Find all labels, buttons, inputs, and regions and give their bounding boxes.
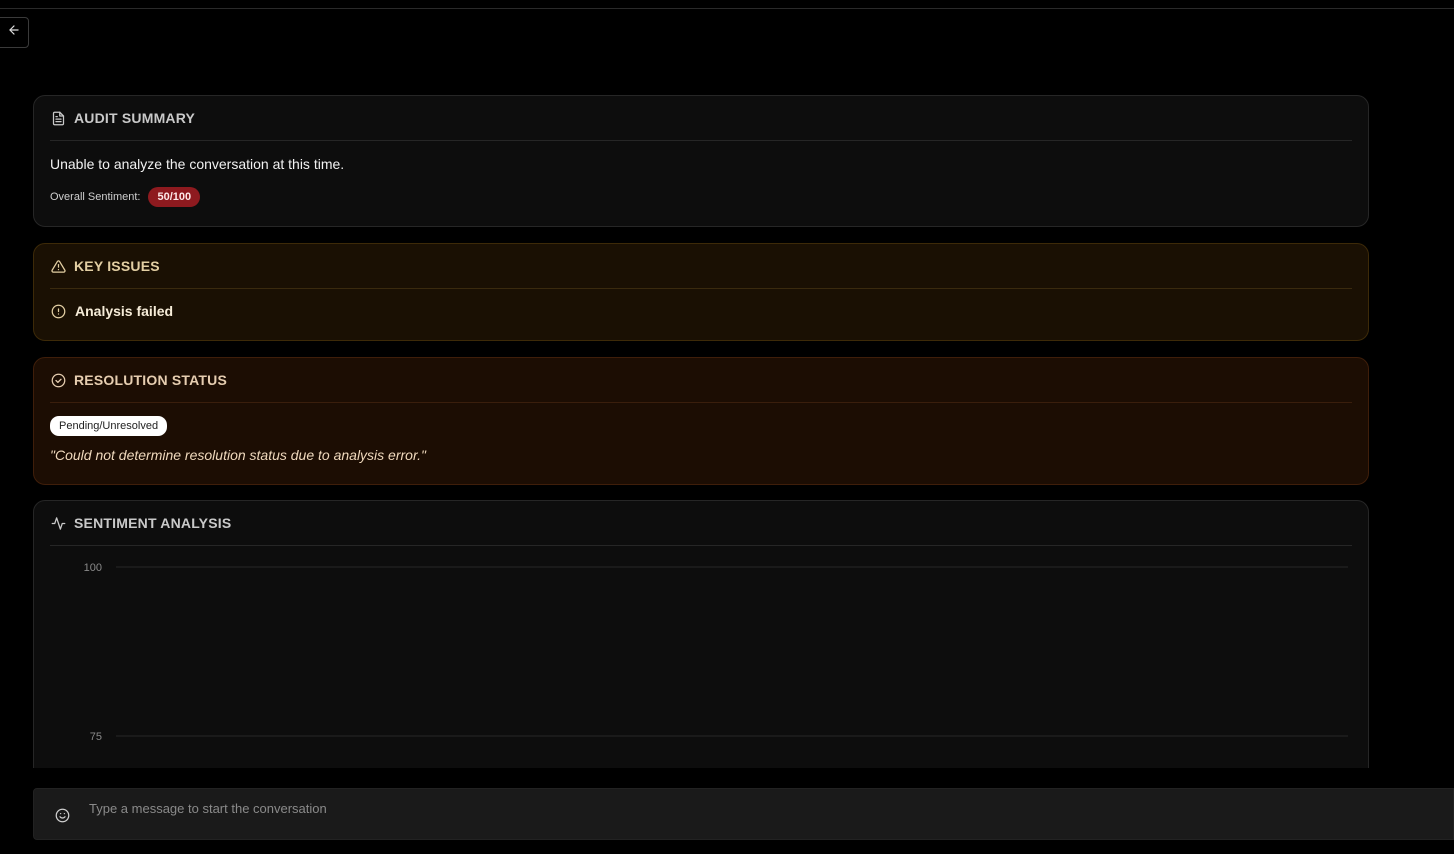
overall-sentiment-row: Overall Sentiment: 50/100 (50, 187, 1352, 207)
sentiment-chart: 100 75 (34, 547, 1368, 768)
report-scroll-area[interactable]: AUDIT SUMMARY Unable to analyze the conv… (33, 95, 1369, 768)
y-tick-label: 100 (84, 562, 102, 574)
issue-item-label: Analysis failed (75, 303, 174, 319)
audit-summary-text: Unable to analyze the conversation at th… (50, 156, 345, 172)
resolution-status-header: RESOLUTION STATUS (50, 358, 1352, 403)
resolution-status-card: RESOLUTION STATUS Pending/Unresolved "Co… (33, 357, 1369, 485)
audit-summary-header: AUDIT SUMMARY (50, 96, 1352, 141)
audit-summary-title: AUDIT SUMMARY (74, 110, 196, 126)
smile-icon[interactable] (53, 806, 71, 824)
document-icon (50, 110, 66, 126)
resolution-status-note: "Could not determine resolution status d… (50, 447, 426, 463)
audit-summary-card: AUDIT SUMMARY Unable to analyze the conv… (33, 95, 1369, 227)
activity-icon (50, 515, 66, 531)
message-composer (33, 788, 1454, 840)
sentiment-analysis-card: SENTIMENT ANALYSIS 100 75 (33, 500, 1369, 768)
check-circle-icon (50, 372, 66, 388)
resolution-status-title: RESOLUTION STATUS (74, 372, 227, 388)
message-input[interactable] (89, 797, 1389, 819)
key-issues-header: KEY ISSUES (50, 244, 1352, 289)
overall-sentiment-label: Overall Sentiment: (50, 191, 141, 203)
arrow-left-icon (7, 23, 21, 42)
alert-circle-icon (50, 303, 66, 319)
alert-triangle-icon (50, 258, 66, 274)
top-divider (0, 8, 1454, 9)
y-tick-label: 75 (90, 731, 102, 743)
key-issues-card: KEY ISSUES Analysis failed (33, 243, 1369, 341)
sentiment-chart-svg: 100 75 (84, 562, 1348, 743)
issue-item: Analysis failed (50, 303, 1352, 319)
sentiment-analysis-header: SENTIMENT ANALYSIS (50, 501, 1352, 546)
sentiment-score-badge: 50/100 (148, 187, 201, 207)
back-button[interactable] (0, 17, 29, 48)
key-issues-title: KEY ISSUES (74, 258, 160, 274)
sentiment-analysis-title: SENTIMENT ANALYSIS (74, 515, 232, 531)
resolution-status-pill: Pending/Unresolved (50, 416, 168, 436)
